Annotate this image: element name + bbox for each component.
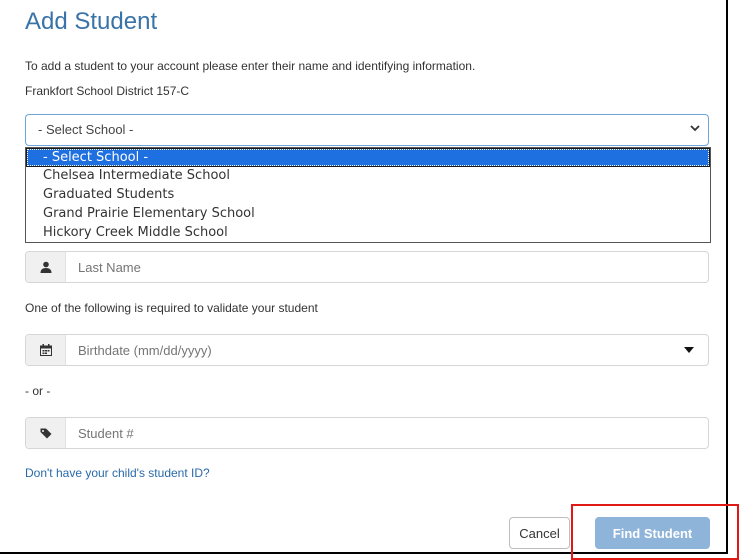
caret-down-icon[interactable] bbox=[684, 347, 694, 353]
school-option-grand-prairie[interactable]: Grand Prairie Elementary School bbox=[26, 205, 710, 224]
school-option-chelsea[interactable]: Chelsea Intermediate School bbox=[26, 167, 710, 186]
chevron-down-icon bbox=[690, 125, 700, 132]
student-number-group bbox=[25, 417, 709, 449]
school-option-graduated[interactable]: Graduated Students bbox=[26, 186, 710, 205]
school-dropdown-list: - Select School - Chelsea Intermediate S… bbox=[25, 147, 711, 243]
birthdate-input[interactable] bbox=[78, 343, 658, 358]
school-option-placeholder[interactable]: - Select School - bbox=[26, 148, 710, 167]
calendar-icon bbox=[26, 335, 66, 365]
last-name-input[interactable] bbox=[78, 260, 658, 275]
tag-icon bbox=[26, 418, 66, 448]
school-option-hickory-creek[interactable]: Hickory Creek Middle School bbox=[26, 224, 710, 243]
missing-student-id-link[interactable]: Don't have your child's student ID? bbox=[25, 466, 210, 480]
birthdate-group bbox=[25, 334, 709, 366]
cancel-button[interactable]: Cancel bbox=[509, 517, 570, 549]
user-icon bbox=[26, 252, 66, 282]
school-select[interactable]: - Select School - bbox=[25, 114, 709, 146]
or-separator: - or - bbox=[25, 384, 51, 398]
last-name-group bbox=[25, 251, 709, 283]
find-student-button[interactable]: Find Student bbox=[595, 517, 710, 549]
validate-note: One of the following is required to vali… bbox=[25, 301, 318, 315]
student-number-input[interactable] bbox=[78, 426, 658, 441]
district-name: Frankfort School District 157-C bbox=[25, 84, 190, 98]
school-select-value: - Select School - bbox=[38, 122, 134, 137]
page-title: Add Student bbox=[25, 8, 158, 35]
instructions-text: To add a student to your account please … bbox=[25, 59, 476, 73]
